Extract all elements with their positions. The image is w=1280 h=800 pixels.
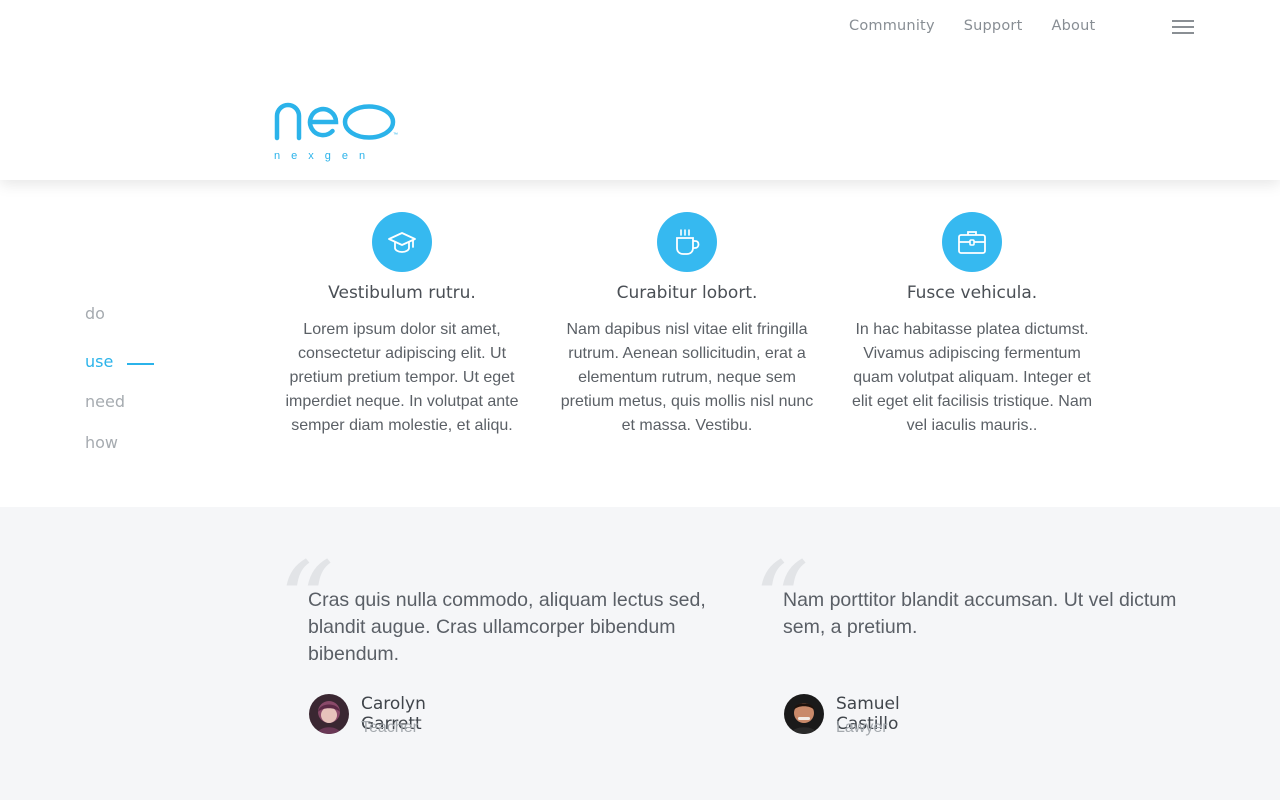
feature-icon-circle — [372, 212, 432, 272]
hamburger-menu-icon[interactable] — [1172, 20, 1194, 34]
feature-icon-circle — [942, 212, 1002, 272]
side-nav-item-use-label: use — [85, 352, 114, 371]
feature-text: Nam dapibus nisl vitae elit fringilla ru… — [560, 321, 814, 434]
testimonials-section: “ Cras quis nulla commodo, aliquam lectu… — [0, 507, 1280, 800]
side-nav-item-how[interactable]: how — [85, 433, 118, 452]
briefcase-icon — [958, 231, 986, 254]
site-header: Community Support About ™ nexgen — [0, 0, 1280, 180]
testimonial-quote: Nam porttitor blandit accumsan. Ut vel d… — [783, 589, 1177, 638]
nav-link-community[interactable]: Community — [849, 18, 935, 34]
avatar — [784, 694, 824, 734]
avatar-photo — [784, 694, 824, 734]
testimonial-author-role: Lawyer — [836, 719, 888, 736]
side-nav-item-use[interactable]: use — [85, 352, 154, 371]
brand-tagline: nexgen — [274, 150, 377, 162]
feature-text: Lorem ipsum dolor sit amet, consectetur … — [285, 321, 519, 434]
feature-card: Fusce vehicula. In hac habitasse platea … — [842, 212, 1102, 438]
coffee-cup-icon — [676, 229, 700, 255]
feature-card: Curabitur lobort. Nam dapibus nisl vitae… — [557, 212, 817, 438]
avatar — [309, 694, 349, 734]
nav-link-support[interactable]: Support — [964, 18, 1023, 34]
testimonial-author-role: Teacher — [361, 719, 418, 736]
neo-logo-mark-icon: ™ — [274, 102, 398, 141]
feature-title: Vestibulum rutru. — [328, 283, 476, 303]
side-nav-item-do[interactable]: do — [85, 304, 105, 323]
feature-card: Vestibulum rutru. Lorem ipsum dolor sit … — [272, 212, 532, 438]
top-nav: Community Support About — [849, 18, 1095, 34]
feature-title: Curabitur lobort. — [616, 283, 758, 303]
nav-link-about[interactable]: About — [1051, 18, 1095, 34]
testimonial-quote: Cras quis nulla commodo, aliquam lectus … — [308, 589, 706, 665]
feature-title: Fusce vehicula. — [906, 283, 1038, 303]
graduation-cap-icon — [388, 232, 416, 253]
feature-icon-circle — [657, 212, 717, 272]
active-indicator-line — [127, 363, 154, 365]
side-nav-item-need[interactable]: need — [85, 392, 125, 411]
svg-text:™: ™ — [393, 132, 398, 138]
feature-text: In hac habitasse platea dictumst. Vivamu… — [851, 321, 1093, 434]
avatar-photo — [309, 694, 349, 734]
